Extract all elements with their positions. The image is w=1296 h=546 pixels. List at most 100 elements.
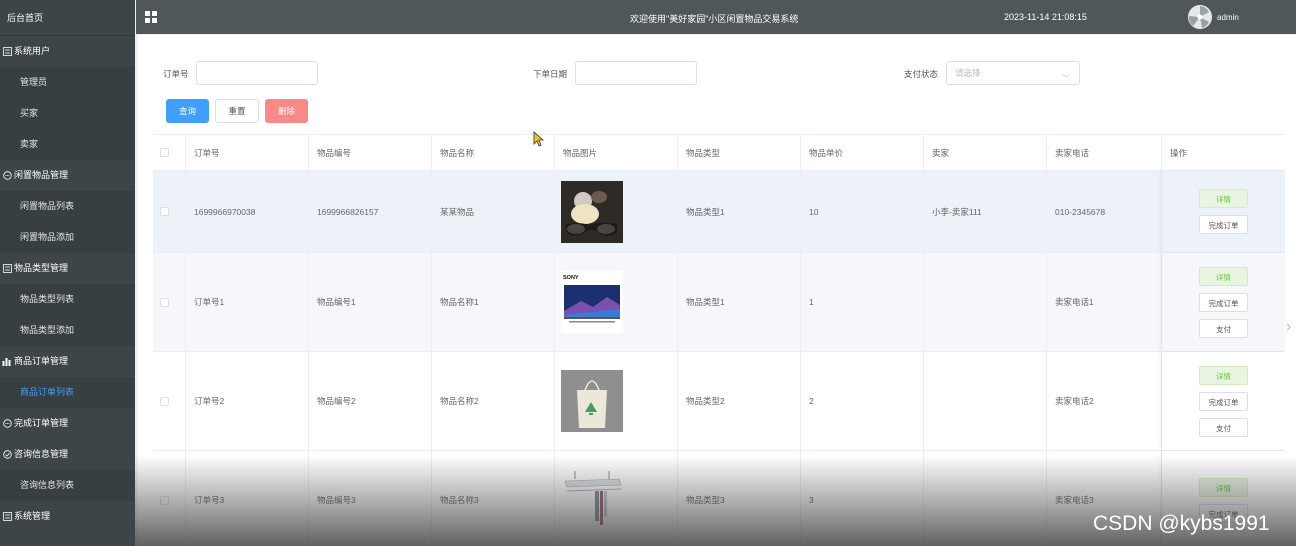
sidebar-item-admin[interactable]: 管理员 xyxy=(0,67,135,98)
col-header: 物品类型 xyxy=(678,135,801,170)
select-all-checkbox[interactable] xyxy=(160,148,169,157)
bar-chart-icon xyxy=(2,357,12,367)
sidebar-group-label: 咨询信息管理 xyxy=(14,449,69,459)
item-image-cell: SONY xyxy=(555,253,678,351)
table-row[interactable]: 1699966970038 1699966826157 某某物品 物品类型1 1… xyxy=(153,171,1285,253)
order-date-input[interactable] xyxy=(575,61,697,85)
orders-table: 订单号 物品编号 物品名称 物品图片 物品类型 物品单价 卖家 卖家电话 操作 … xyxy=(153,134,1285,546)
sidebar-item-order-list[interactable]: 商品订单列表 xyxy=(0,377,135,408)
seller-cell xyxy=(924,352,1047,450)
sidebar-item-type-list[interactable]: 物品类型列表 xyxy=(0,284,135,315)
delete-button[interactable]: 删除 xyxy=(265,99,308,123)
sunglasses-photo[interactable] xyxy=(561,180,623,243)
tote-bag-photo[interactable] xyxy=(561,370,623,432)
sidebar-item-buyer[interactable]: 买家 xyxy=(0,98,135,129)
pay-status-label: 支付状态 xyxy=(904,69,939,79)
item-no-cell: 物品编号3 xyxy=(309,451,432,546)
detail-button[interactable]: 详情 xyxy=(1199,477,1248,497)
col-header: 操作 xyxy=(1170,147,1188,158)
chat-icon xyxy=(2,419,12,429)
detail-button[interactable]: 详情 xyxy=(1199,365,1248,385)
complete-order-button[interactable]: 完成订单 xyxy=(1199,292,1248,312)
header-datetime: 2023-11-14 21:08:15 xyxy=(1004,12,1087,22)
row-select-cell[interactable] xyxy=(153,171,186,252)
phone-cell: 010-2345678 xyxy=(1047,171,1162,252)
row-select-cell[interactable] xyxy=(153,352,186,450)
sidebar-group-label: 闲置物品管理 xyxy=(14,170,69,180)
sony-tv-photo[interactable]: SONY xyxy=(561,271,623,333)
sidebar-group-label: 物品类型管理 xyxy=(14,263,69,273)
sidebar-group-system-users[interactable]: 系统用户 xyxy=(0,36,135,67)
complete-order-button[interactable]: 完成订单 xyxy=(1199,391,1248,411)
table-row[interactable]: 订单号2 物品编号2 物品名称2 物品类型2 2 卖家电话2 详情 完成订单 支… xyxy=(153,352,1285,451)
main-content: 订单号 下单日期 支付状态 请选择 ﹀ 查询 重置 删除 订单号 物品编号 物品… xyxy=(138,35,1296,546)
price-cell: 10 xyxy=(801,171,924,252)
seller-cell: 小李-卖家111 xyxy=(924,171,1047,252)
detail-button[interactable]: 详情 xyxy=(1199,266,1248,286)
sidebar-item-inquiry-list[interactable]: 咨询信息列表 xyxy=(0,470,135,501)
clothes-rack-photo[interactable] xyxy=(561,469,623,531)
sidebar: 后台首页 系统用户 管理员 买家 卖家 闲置物品管理 闲置物品列表 闲置物品添加… xyxy=(0,0,135,546)
list-icon xyxy=(2,47,12,57)
pay-status-select[interactable]: 请选择 ﹀ xyxy=(946,61,1080,85)
pay-button[interactable]: 支付 xyxy=(1199,417,1248,437)
sidebar-item-idle-list[interactable]: 闲置物品列表 xyxy=(0,191,135,222)
complete-order-button[interactable]: 完成订单 xyxy=(1199,215,1248,234)
reset-button[interactable]: 重置 xyxy=(215,99,259,123)
item-type-cell: 物品类型2 xyxy=(678,352,801,450)
item-type-cell: 物品类型3 xyxy=(678,451,801,546)
sidebar-item-seller[interactable]: 卖家 xyxy=(0,129,135,160)
list-icon xyxy=(2,512,12,522)
row-checkbox[interactable] xyxy=(160,495,169,505)
query-button[interactable]: 查询 xyxy=(166,99,209,123)
order-no-cell: 订单号3 xyxy=(186,451,309,546)
actions-cell: 详情 完成订单 支付 xyxy=(1162,253,1285,351)
col-header: 卖家电话 xyxy=(1047,135,1162,170)
item-name-cell: 某某物品 xyxy=(432,171,555,252)
item-image-cell xyxy=(555,352,678,450)
phone-cell: 卖家电话2 xyxy=(1047,352,1162,450)
phone-cell: 卖家电话1 xyxy=(1047,253,1162,351)
avatar[interactable] xyxy=(1188,5,1212,29)
item-no-cell: 物品编号1 xyxy=(309,253,432,351)
pay-status-placeholder: 请选择 xyxy=(955,68,981,78)
col-header: 物品单价 xyxy=(801,135,924,170)
sidebar-home[interactable]: 后台首页 xyxy=(0,0,135,36)
price-cell: 2 xyxy=(801,352,924,450)
sidebar-item-idle-add[interactable]: 闲置物品添加 xyxy=(0,222,135,253)
row-checkbox[interactable] xyxy=(160,396,169,406)
col-header: 卖家 xyxy=(924,135,1047,170)
select-all-cell[interactable] xyxy=(153,135,186,170)
header-username[interactable]: admin xyxy=(1217,13,1239,22)
row-checkbox[interactable] xyxy=(160,207,169,216)
price-cell: 3 xyxy=(801,451,924,546)
row-checkbox[interactable] xyxy=(160,297,169,307)
sidebar-group-label: 完成订单管理 xyxy=(14,418,69,428)
item-name-cell: 物品名称3 xyxy=(432,451,555,546)
order-no-label: 订单号 xyxy=(163,69,189,79)
row-select-cell[interactable] xyxy=(153,451,186,546)
item-type-cell: 物品类型1 xyxy=(678,253,801,351)
price-cell: 1 xyxy=(801,253,924,351)
sidebar-group-orders[interactable]: 商品订单管理 xyxy=(0,346,135,377)
seller-cell xyxy=(924,253,1047,351)
sidebar-group-completed-orders[interactable]: 完成订单管理 xyxy=(0,408,135,439)
item-image-cell xyxy=(555,451,678,546)
item-name-cell: 物品名称1 xyxy=(432,253,555,351)
pay-button[interactable]: 支付 xyxy=(1199,318,1248,338)
sony-logo: SONY xyxy=(563,275,579,281)
chevron-right-icon[interactable]: › xyxy=(1286,318,1291,336)
sidebar-group-idle-items[interactable]: 闲置物品管理 xyxy=(0,160,135,191)
table-row[interactable]: 订单号1 物品编号1 物品名称1 SONY 物品类型1 1 卖家电话1 详情 完… xyxy=(153,253,1285,352)
sidebar-group-inquiries[interactable]: 咨询信息管理 xyxy=(0,439,135,470)
order-no-input[interactable] xyxy=(196,61,318,85)
check-circle-icon xyxy=(2,450,12,460)
sidebar-group-item-types[interactable]: 物品类型管理 xyxy=(0,253,135,284)
actions-cell: 详情 完成订单 xyxy=(1162,171,1285,252)
sidebar-group-system[interactable]: 系统管理 xyxy=(0,501,135,532)
menu-grid-icon[interactable] xyxy=(145,11,157,23)
chat-icon xyxy=(2,171,12,181)
row-select-cell[interactable] xyxy=(153,253,186,351)
detail-button[interactable]: 详情 xyxy=(1199,189,1248,208)
sidebar-item-type-add[interactable]: 物品类型添加 xyxy=(0,315,135,346)
